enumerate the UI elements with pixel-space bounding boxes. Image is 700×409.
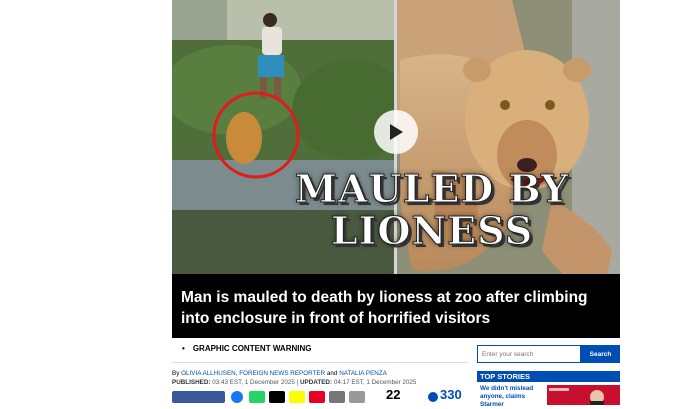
play-icon bbox=[390, 124, 403, 140]
x-share-icon[interactable] bbox=[269, 391, 285, 403]
top-story-item[interactable]: We didn't mislead anyone, claims Starmer bbox=[477, 385, 620, 408]
warning-text: GRAPHIC CONTENT WARNING bbox=[192, 344, 312, 353]
more-share-icon[interactable] bbox=[349, 391, 365, 403]
top-stories-header: TOP STORIES bbox=[477, 371, 620, 382]
published-label: PUBLISHED: bbox=[172, 379, 211, 386]
messenger-share-icon[interactable] bbox=[231, 391, 243, 403]
published-date: 03:43 EST, 1 December 2025 bbox=[212, 379, 295, 386]
search-input[interactable] bbox=[477, 345, 581, 363]
snapchat-share-icon[interactable] bbox=[289, 391, 305, 403]
author-link-1[interactable]: OLIVIA ALLHUSEN, FOREIGN NEWS REPORTER bbox=[181, 370, 325, 377]
search-button[interactable]: Search bbox=[581, 345, 620, 363]
share-bar: 22 330 bbox=[172, 387, 472, 403]
whatsapp-share-icon[interactable] bbox=[249, 391, 265, 403]
facebook-share-button[interactable] bbox=[172, 391, 225, 403]
updated-label: UPDATED: bbox=[300, 379, 333, 386]
overlay-line-1: MAULED BY bbox=[294, 166, 570, 211]
author-link-2[interactable]: NATALIA PENZA bbox=[339, 370, 387, 377]
and-label: and bbox=[326, 370, 338, 377]
video-player[interactable]: MAULED BY LIONESS Man is mauled to death… bbox=[172, 0, 620, 338]
story-thumbnail-image bbox=[547, 385, 620, 405]
video-overlay-title: MAULED BY LIONESS bbox=[232, 166, 620, 253]
graphic-warning: • GRAPHIC CONTENT WARNING bbox=[172, 344, 468, 353]
byline: By OLIVIA ALLHUSEN, FOREIGN NEWS REPORTE… bbox=[172, 369, 468, 387]
search-box: Search bbox=[477, 345, 620, 363]
top-story-thumbnail[interactable] bbox=[547, 385, 620, 405]
updated-date: 04:17 EST, 1 December 2025 bbox=[333, 379, 417, 386]
email-share-icon[interactable] bbox=[329, 391, 345, 403]
overlay-line-2: LIONESS bbox=[330, 208, 534, 253]
by-label: By bbox=[172, 370, 180, 377]
top-story-title[interactable]: We didn't mislead anyone, claims Starmer bbox=[480, 385, 545, 409]
video-headline[interactable]: Man is mauled to death by lioness at zoo… bbox=[181, 287, 611, 329]
pinterest-share-icon[interactable] bbox=[309, 391, 325, 403]
bullet-icon: • bbox=[182, 344, 185, 353]
play-button[interactable] bbox=[374, 110, 418, 154]
comments-icon[interactable] bbox=[428, 392, 438, 402]
divider bbox=[172, 362, 468, 363]
